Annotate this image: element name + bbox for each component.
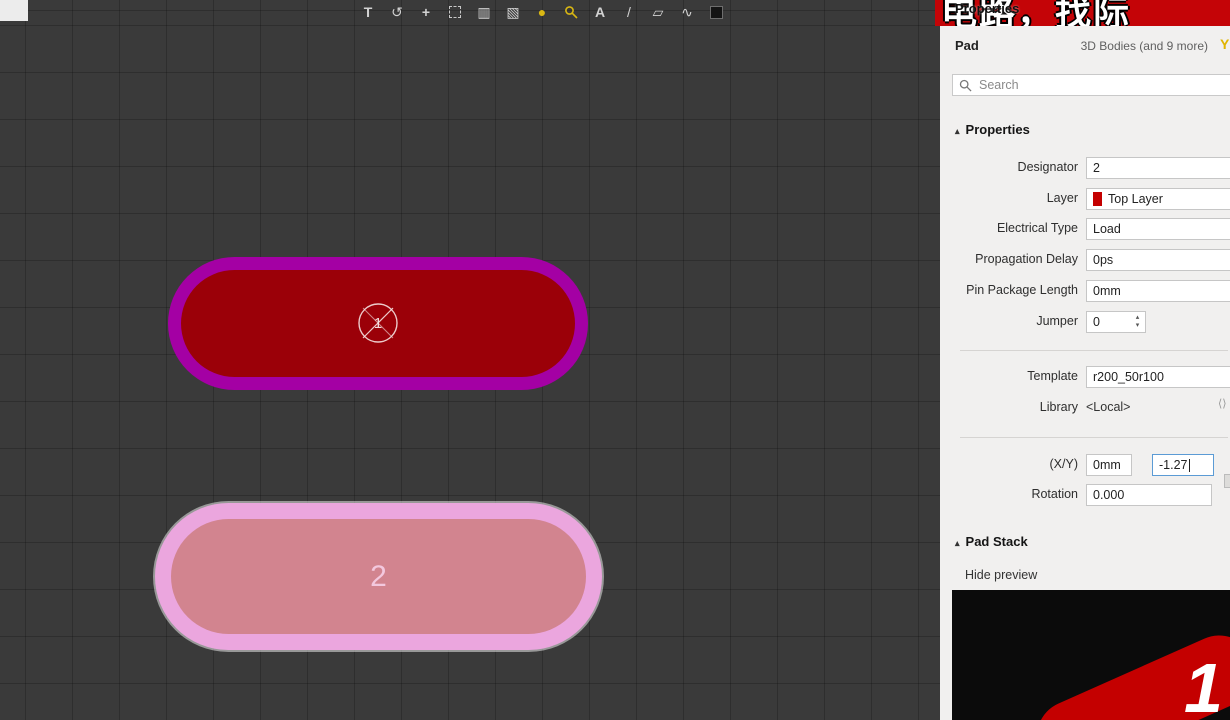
layer-color-swatch xyxy=(1093,192,1102,206)
text-tool-icon[interactable]: T xyxy=(358,2,378,22)
object-type-label: Pad xyxy=(955,38,979,53)
y-coordinate-input[interactable]: -1.27 xyxy=(1152,454,1214,476)
dashed-square-glyph xyxy=(449,6,461,18)
jumper-value: 0 xyxy=(1093,315,1100,329)
app-window: T ↺ + ▥ ▧ ● A / ▱ ∿ 1 xyxy=(0,0,1230,720)
rotation-label: Rotation xyxy=(1031,487,1078,501)
via-tool-icon[interactable]: ● xyxy=(532,2,552,22)
spinner-arrows-icon[interactable]: ▴ ▾ xyxy=(1131,312,1144,332)
template-value: r200_50r100 xyxy=(1093,370,1164,384)
pin-package-length-input[interactable]: 0mm xyxy=(1086,280,1230,302)
search-placeholder: Search xyxy=(979,78,1019,92)
electrical-type-dropdown[interactable]: Load xyxy=(1086,218,1230,240)
preview-pad-designator: 1 xyxy=(1184,649,1223,720)
template-dropdown[interactable]: r200_50r100 xyxy=(1086,366,1230,388)
pin-tool-icon[interactable] xyxy=(561,2,581,22)
electrical-type-label: Electrical Type xyxy=(996,221,1078,235)
pin-package-length-value: 0mm xyxy=(1093,284,1121,298)
field-row-designator: Designator 2 xyxy=(940,157,1230,179)
separator xyxy=(960,350,1228,351)
add-tool-icon[interactable]: + xyxy=(416,2,436,22)
object-header-row: Pad 3D Bodies (and 9 more) Y xyxy=(940,36,1230,54)
hide-preview-link[interactable]: Hide preview xyxy=(965,568,1037,582)
paint-tool-icon[interactable]: ▧ xyxy=(503,2,523,22)
line-tool-icon[interactable]: / xyxy=(619,2,639,22)
designator-label: Designator xyxy=(1017,160,1078,174)
section-properties-label: Properties xyxy=(965,122,1030,137)
jumper-spinner[interactable]: 0 ▴ ▾ xyxy=(1086,311,1146,333)
library-browse-icon[interactable]: ⟨⟩ xyxy=(1218,397,1230,413)
collapse-icon: ▴ xyxy=(955,538,960,548)
propagation-delay-input[interactable]: 0ps xyxy=(1086,249,1230,271)
x-coordinate-input[interactable]: 0mm xyxy=(1086,454,1132,476)
search-input[interactable]: Search xyxy=(952,74,1230,96)
field-row-rotation: Rotation 0.000 xyxy=(940,484,1230,506)
layer-label: Layer xyxy=(1046,191,1078,205)
collapse-icon: ▴ xyxy=(955,126,960,136)
panel-title: Properties xyxy=(955,1,1020,16)
text-caret xyxy=(1188,458,1190,472)
field-row-pin-package-length: Pin Package Length 0mm xyxy=(940,280,1230,302)
crossed-circle-icon xyxy=(358,303,398,343)
jumper-label: Jumper xyxy=(1036,314,1078,328)
propagation-delay-value: 0ps xyxy=(1093,253,1114,267)
pad-stack-preview: 1 xyxy=(952,590,1230,720)
filter-icon[interactable]: Y xyxy=(1220,36,1229,52)
filled-square-glyph xyxy=(709,5,723,19)
scope-dropdown[interactable]: 3D Bodies (and 9 more) xyxy=(1048,39,1208,53)
pad-array-tool-icon[interactable]: ▥ xyxy=(474,2,494,22)
propagation-delay-label: Propagation Delay xyxy=(975,252,1078,266)
field-row-xy: (X/Y) 0mm -1.27 xyxy=(940,454,1230,476)
string-tool-icon[interactable]: A xyxy=(590,2,610,22)
electrical-type-value: Load xyxy=(1093,222,1121,236)
pin-package-length-label: Pin Package Length xyxy=(966,283,1078,297)
rotation-input[interactable]: 0.000 xyxy=(1086,484,1212,506)
designator-value: 2 xyxy=(1093,161,1100,175)
field-row-propagation-delay: Propagation Delay 0ps xyxy=(940,249,1230,271)
graph-tool-icon[interactable]: ∿ xyxy=(677,2,697,22)
section-pad-stack-label: Pad Stack xyxy=(965,534,1028,549)
pad-1-origin-marker: 1 xyxy=(355,300,401,346)
y-coordinate-value: -1.27 xyxy=(1159,458,1188,472)
properties-panel: Properties Pad 3D Bodies (and 9 more) Y … xyxy=(940,0,1230,720)
layer-value: Top Layer xyxy=(1108,192,1163,206)
pcb-canvas[interactable]: T ↺ + ▥ ▧ ● A / ▱ ∿ 1 xyxy=(0,0,940,720)
library-label: Library xyxy=(1039,400,1078,414)
xy-label: (X/Y) xyxy=(1049,457,1078,471)
field-row-library: Library <Local> xyxy=(940,397,1230,419)
pad-2-designator: 2 xyxy=(370,559,387,593)
field-row-electrical-type: Electrical Type Load xyxy=(940,218,1230,240)
field-row-layer: Layer Top Layer xyxy=(940,188,1230,210)
layer-dropdown[interactable]: Top Layer xyxy=(1086,188,1230,210)
selection-box-tool-icon[interactable] xyxy=(445,2,465,22)
section-pad-stack[interactable]: ▴ Pad Stack xyxy=(955,534,1028,549)
field-row-template: Template r200_50r100 xyxy=(940,366,1230,388)
rotation-value: 0.000 xyxy=(1093,488,1125,502)
rotate-tool-icon[interactable]: ↺ xyxy=(387,2,407,22)
field-row-jumper: Jumper 0 ▴ ▾ xyxy=(940,311,1230,333)
polygon-tool-icon[interactable]: ▱ xyxy=(648,2,668,22)
separator xyxy=(960,437,1228,438)
template-label: Template xyxy=(1027,369,1078,383)
section-properties[interactable]: ▴ Properties xyxy=(955,122,1030,137)
search-icon xyxy=(959,79,972,92)
library-value: <Local> xyxy=(1086,400,1131,414)
drawing-toolbar: T ↺ + ▥ ▧ ● A / ▱ ∿ xyxy=(358,1,726,23)
x-coordinate-value: 0mm xyxy=(1093,458,1121,472)
designator-input[interactable]: 2 xyxy=(1086,157,1230,179)
window-corner-fragment xyxy=(0,0,28,21)
plane-tool-icon[interactable] xyxy=(706,2,726,22)
pin-glyph xyxy=(565,6,578,19)
